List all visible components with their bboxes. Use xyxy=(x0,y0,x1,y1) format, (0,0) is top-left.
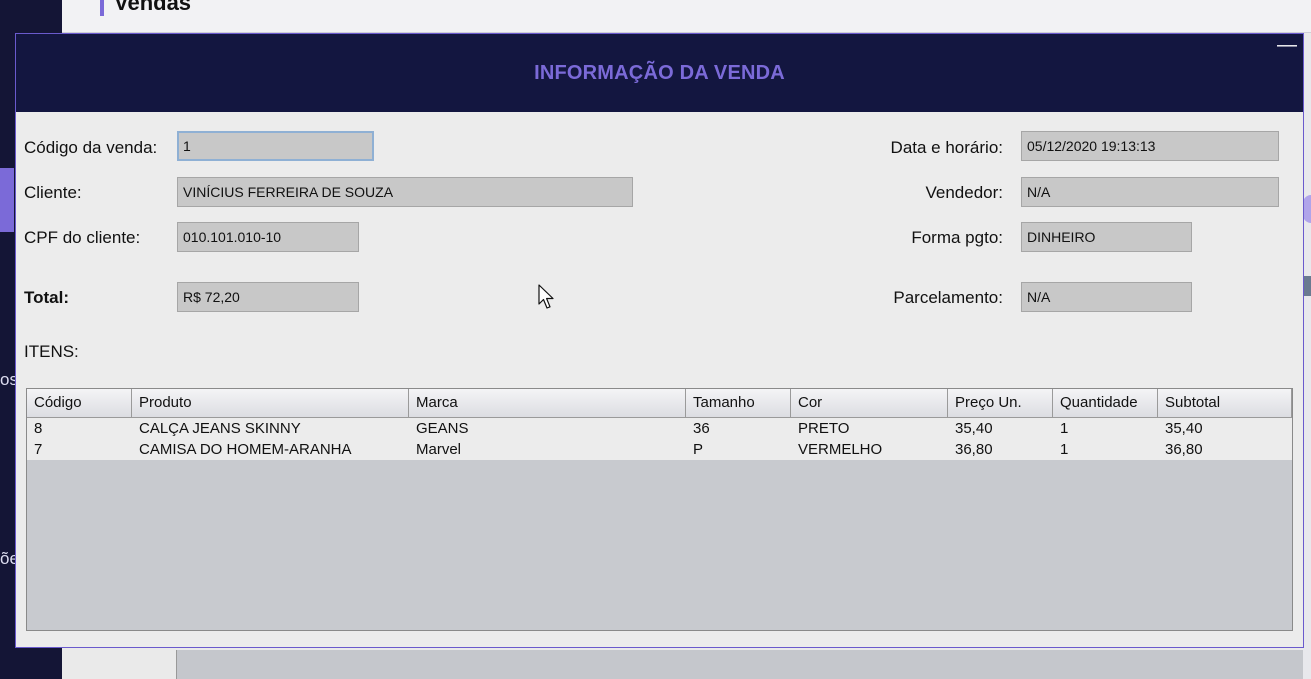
table-cell: 7 xyxy=(34,441,43,458)
dialog-title: INFORMAÇÃO DA VENDA xyxy=(534,62,785,84)
column-header-subtotal[interactable]: Subtotal xyxy=(1158,389,1292,417)
table-cell: 36,80 xyxy=(1165,441,1203,458)
sale-code-label: Código da venda: xyxy=(24,138,158,157)
sidebar-active-indicator xyxy=(0,168,14,232)
column-header-codigo[interactable]: Código xyxy=(27,389,132,417)
column-header-produto[interactable]: Produto xyxy=(132,389,409,417)
background-panel xyxy=(176,650,1311,679)
installments-field[interactable]: N/A xyxy=(1021,282,1192,312)
items-table[interactable]: Código Produto Marca Tamanho Cor Preço U… xyxy=(26,388,1293,631)
client-cpf-field[interactable]: 010.101.010-10 xyxy=(177,222,359,252)
datetime-label: Data e horário: xyxy=(890,138,1003,157)
client-label: Cliente: xyxy=(24,183,82,202)
table-cell: VERMELHO xyxy=(798,441,883,458)
table-cell: PRETO xyxy=(798,420,850,437)
installments-label: Parcelamento: xyxy=(893,288,1003,307)
dialog-header: INFORMAÇÃO DA VENDA — xyxy=(16,34,1303,112)
table-cell: Marvel xyxy=(416,441,462,458)
table-cell: 36 xyxy=(693,420,710,437)
total-field[interactable]: R$ 72,20 xyxy=(177,282,359,312)
seller-field[interactable]: N/A xyxy=(1021,177,1279,207)
client-cpf-label: CPF do cliente: xyxy=(24,228,141,247)
background-marker xyxy=(1303,276,1311,296)
table-cell: 1 xyxy=(1060,441,1069,458)
sale-code-field[interactable]: 1 xyxy=(177,131,374,161)
column-header-preco[interactable]: Preço Un. xyxy=(948,389,1053,417)
table-cell: 8 xyxy=(34,420,43,437)
items-label: ITENS: xyxy=(24,342,79,361)
column-header-quantidade[interactable]: Quantidade xyxy=(1053,389,1158,417)
table-cell: 35,40 xyxy=(955,420,993,437)
table-header: Código Produto Marca Tamanho Cor Preço U… xyxy=(27,389,1292,418)
table-cell: 35,40 xyxy=(1165,420,1203,437)
payment-method-field[interactable]: DINHEIRO xyxy=(1021,222,1192,252)
table-cell: GEANS xyxy=(416,420,469,437)
datetime-field[interactable]: 05/12/2020 19:13:13 xyxy=(1021,131,1279,161)
payment-method-label: Forma pgto: xyxy=(911,228,1003,247)
table-row[interactable]: 7 CAMISA DO HOMEM-ARANHA Marvel P VERMEL… xyxy=(27,439,1292,460)
seller-label: Vendedor: xyxy=(925,183,1003,202)
client-field[interactable]: VINÍCIUS FERREIRA DE SOUZA xyxy=(177,177,633,207)
table-cell: P xyxy=(693,441,704,458)
background-toggle xyxy=(1303,195,1311,223)
table-cell: CALÇA JEANS SKINNY xyxy=(139,420,301,437)
column-header-marca[interactable]: Marca xyxy=(409,389,686,417)
table-body: 8 CALÇA JEANS SKINNY GEANS 36 PRETO 35,4… xyxy=(27,418,1292,460)
column-header-tamanho[interactable]: Tamanho xyxy=(686,389,791,417)
column-header-cor[interactable]: Cor xyxy=(791,389,948,417)
minimize-button[interactable]: — xyxy=(1277,35,1297,56)
background-page-title: Vendas xyxy=(100,0,191,16)
sale-info-dialog: INFORMAÇÃO DA VENDA — Código da venda: 1… xyxy=(15,33,1304,648)
mouse-pointer-icon xyxy=(538,284,554,309)
total-label: Total: xyxy=(24,288,70,307)
table-row[interactable]: 8 CALÇA JEANS SKINNY GEANS 36 PRETO 35,4… xyxy=(27,418,1292,439)
background-right-strip xyxy=(1303,40,1311,679)
table-cell: 36,80 xyxy=(955,441,993,458)
background-topbar xyxy=(62,0,1311,33)
table-cell: 1 xyxy=(1060,420,1069,437)
table-cell: CAMISA DO HOMEM-ARANHA xyxy=(139,441,352,458)
